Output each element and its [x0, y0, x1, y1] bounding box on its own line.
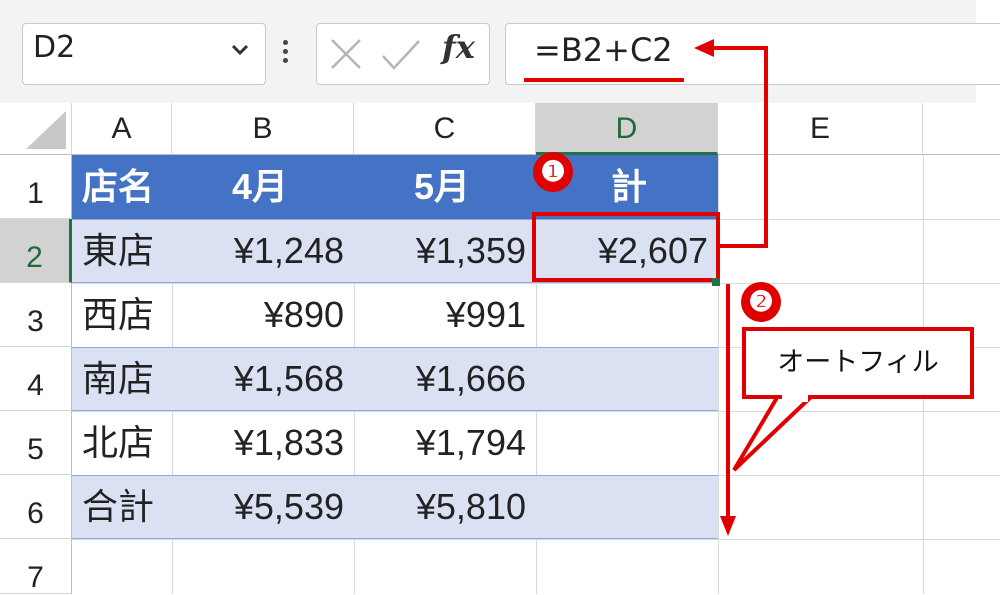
step-2-badge: ❷ — [741, 282, 781, 322]
callout-label: オートフィル — [777, 347, 939, 378]
callout-pointer — [732, 394, 818, 472]
formula-arrowhead — [694, 39, 714, 57]
annotation-arrows — [694, 39, 818, 536]
autofill-arrowhead — [720, 516, 736, 536]
step-1-badge: ❶ — [533, 152, 573, 192]
formula-link-arrow — [712, 46, 768, 248]
